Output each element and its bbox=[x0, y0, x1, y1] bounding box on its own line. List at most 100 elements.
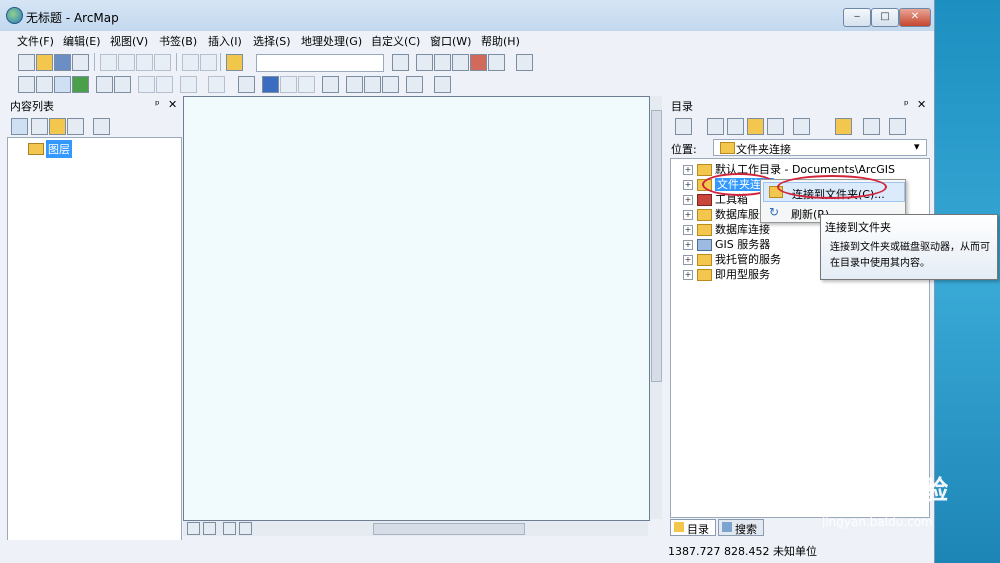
vertical-scrollbar[interactable] bbox=[650, 96, 662, 519]
tab-catalog[interactable]: 目录 bbox=[670, 519, 716, 536]
find-binoculars-icon[interactable] bbox=[346, 76, 363, 93]
python-window-icon[interactable] bbox=[488, 54, 505, 71]
full-extent-icon[interactable] bbox=[72, 76, 89, 93]
search-window-icon[interactable] bbox=[452, 54, 469, 71]
html-popup-icon[interactable] bbox=[298, 76, 315, 93]
toc-close-icon[interactable]: ✕ bbox=[168, 98, 177, 111]
layout-view-icon[interactable] bbox=[203, 522, 216, 535]
tree-item-database-servers[interactable]: + 数据库服务 bbox=[683, 206, 770, 221]
zoom-out-icon[interactable] bbox=[36, 76, 53, 93]
tree-item-gis-servers[interactable]: + GIS 服务器 bbox=[683, 236, 770, 251]
zoom-in-icon[interactable] bbox=[18, 76, 35, 93]
pause-drawing-icon[interactable] bbox=[239, 522, 252, 535]
expand-icon[interactable]: + bbox=[683, 195, 693, 205]
catalog-window-icon[interactable] bbox=[434, 54, 451, 71]
chevron-down-icon[interactable]: ▾ bbox=[914, 140, 920, 153]
menu-bookmarks[interactable]: 书签(B) bbox=[159, 33, 197, 49]
menu-geoprocessing[interactable]: 地理处理(G) bbox=[301, 33, 362, 49]
ready-services-icon bbox=[697, 269, 712, 281]
paste-icon[interactable] bbox=[136, 54, 153, 71]
home-icon[interactable] bbox=[747, 118, 764, 135]
location-combo[interactable]: 文件夹连接 ▾ bbox=[713, 139, 927, 156]
delete-icon[interactable] bbox=[154, 54, 171, 71]
cut-icon[interactable] bbox=[100, 54, 117, 71]
menu-help[interactable]: 帮助(H) bbox=[481, 33, 520, 49]
identify-icon[interactable] bbox=[262, 76, 279, 93]
refresh-view-icon[interactable] bbox=[223, 522, 236, 535]
copy-icon[interactable] bbox=[118, 54, 135, 71]
time-slider-icon[interactable] bbox=[406, 76, 423, 93]
catalog-options-icon[interactable] bbox=[863, 118, 880, 135]
menu-edit[interactable]: 编辑(E) bbox=[63, 33, 101, 49]
toc-options-icon[interactable] bbox=[93, 118, 110, 135]
fixed-zoom-in-icon[interactable] bbox=[96, 76, 113, 93]
catalog-tree-options-icon[interactable] bbox=[889, 118, 906, 135]
redo-icon[interactable] bbox=[200, 54, 217, 71]
status-bar: 1387.727 828.452 未知单位 bbox=[0, 540, 934, 563]
clear-selection-icon[interactable] bbox=[208, 76, 225, 93]
list-by-selection-icon[interactable] bbox=[67, 118, 84, 135]
arctoolbox-icon[interactable] bbox=[470, 54, 487, 71]
map-display[interactable] bbox=[183, 96, 650, 521]
undo-icon[interactable] bbox=[182, 54, 199, 71]
save-icon[interactable] bbox=[54, 54, 71, 71]
expand-icon[interactable]: + bbox=[683, 165, 693, 175]
measure-icon[interactable] bbox=[322, 76, 339, 93]
menu-insert[interactable]: 插入(I) bbox=[208, 33, 242, 49]
list-by-visibility-icon[interactable] bbox=[49, 118, 66, 135]
scrollbar-thumb[interactable] bbox=[651, 110, 662, 382]
list-by-drawing-order-icon[interactable] bbox=[11, 118, 28, 135]
new-document-icon[interactable] bbox=[18, 54, 35, 71]
expand-icon[interactable]: + bbox=[683, 240, 693, 250]
open-icon[interactable] bbox=[36, 54, 53, 71]
up-one-level-icon[interactable] bbox=[727, 118, 744, 135]
tab-search[interactable]: 搜索 bbox=[718, 519, 764, 536]
layers-label[interactable]: 图层 bbox=[46, 140, 72, 158]
create-viewer-icon[interactable] bbox=[434, 76, 451, 93]
catalog-pin-icon[interactable]: ᵖ bbox=[904, 98, 909, 111]
editor-toolbar-icon[interactable] bbox=[392, 54, 409, 71]
go-to-xy-icon[interactable] bbox=[382, 76, 399, 93]
print-icon[interactable] bbox=[72, 54, 89, 71]
forward-extent-icon[interactable] bbox=[156, 76, 173, 93]
minimize-button[interactable]: ‒ bbox=[843, 8, 871, 27]
menu-windows[interactable]: 窗口(W) bbox=[430, 33, 471, 49]
menu-file[interactable]: 文件(F) bbox=[17, 33, 54, 49]
pin-icon[interactable]: ᵖ bbox=[155, 98, 160, 111]
menu-customize[interactable]: 自定义(C) bbox=[371, 33, 420, 49]
map-scale-combo[interactable] bbox=[256, 54, 384, 72]
fixed-zoom-out-icon[interactable] bbox=[114, 76, 131, 93]
find-route-icon[interactable] bbox=[364, 76, 381, 93]
tree-item-my-hosted-services[interactable]: + 我托管的服务 bbox=[683, 251, 781, 266]
close-button[interactable]: ✕ bbox=[899, 8, 931, 27]
hyperlink-icon[interactable] bbox=[280, 76, 297, 93]
pan-hand-icon[interactable] bbox=[54, 76, 71, 93]
back-icon[interactable] bbox=[675, 118, 692, 135]
horizontal-scrollbar-thumb[interactable] bbox=[373, 523, 525, 535]
model-builder-icon[interactable] bbox=[516, 54, 533, 71]
connect-folder-icon[interactable] bbox=[835, 118, 852, 135]
data-view-icon[interactable] bbox=[187, 522, 200, 535]
expand-icon[interactable]: + bbox=[683, 270, 693, 280]
tree-item-database-connections[interactable]: + 数据库连接 bbox=[683, 221, 770, 236]
forward-icon[interactable] bbox=[707, 118, 724, 135]
catalog-close-icon[interactable]: ✕ bbox=[917, 98, 926, 111]
maximize-button[interactable]: □ bbox=[871, 8, 899, 27]
list-by-source-icon[interactable] bbox=[31, 118, 48, 135]
expand-icon[interactable]: + bbox=[683, 210, 693, 220]
expand-icon[interactable]: + bbox=[683, 255, 693, 265]
select-elements-icon[interactable] bbox=[238, 76, 255, 93]
tree-item-default-workspace[interactable]: + 默认工作目录 - Documents\ArcGIS bbox=[683, 161, 895, 176]
toggle-contents-icon[interactable] bbox=[767, 118, 784, 135]
menu-view[interactable]: 视图(V) bbox=[110, 33, 148, 49]
expand-icon[interactable]: + bbox=[683, 225, 693, 235]
add-data-icon[interactable] bbox=[226, 54, 243, 71]
table-of-contents-icon[interactable] bbox=[416, 54, 433, 71]
expand-icon[interactable]: + bbox=[683, 180, 693, 190]
views-icon[interactable] bbox=[793, 118, 810, 135]
back-extent-icon[interactable] bbox=[138, 76, 155, 93]
tree-item-ready-to-use-services[interactable]: + 即用型服务 bbox=[683, 266, 770, 281]
catalog-title: 目录 bbox=[671, 100, 693, 113]
menu-selection[interactable]: 选择(S) bbox=[253, 33, 291, 49]
select-features-icon[interactable] bbox=[180, 76, 197, 93]
